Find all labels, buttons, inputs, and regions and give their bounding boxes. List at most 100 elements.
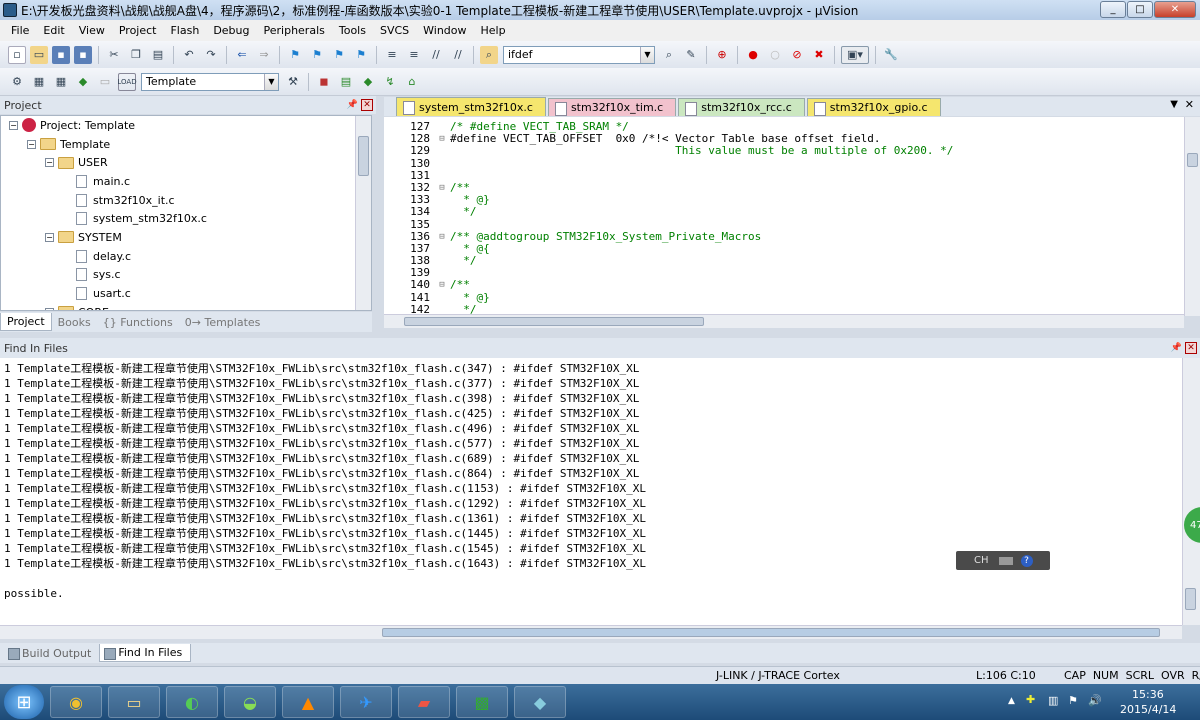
open-folder-icon[interactable]: ▭	[30, 45, 48, 64]
disable-breakpoint-icon[interactable]: ○	[766, 46, 784, 64]
maximize-button[interactable]: □	[1127, 1, 1153, 18]
nav-back-icon[interactable]: ⇐	[233, 46, 251, 64]
tree-item[interactable]: system_stm32f10x.c	[1, 209, 371, 228]
tree-item[interactable]: − SYSTEM	[1, 228, 371, 247]
fold-marker-icon[interactable]: ⊟	[434, 231, 450, 243]
tray-volume-icon[interactable]: 🔊	[1088, 694, 1102, 707]
find-result-line[interactable]: 1 Template工程模板-新建工程章节使用\STM32F10x_FWLib\…	[0, 466, 1182, 481]
save-icon[interactable]: ▪	[52, 45, 70, 64]
tree-item[interactable]: − USER	[1, 153, 371, 172]
menu-file[interactable]: File	[4, 24, 36, 37]
fold-marker-icon[interactable]	[434, 206, 450, 218]
manage-components-icon[interactable]: ◼	[315, 73, 333, 91]
find-result-line[interactable]: 1 Template工程模板-新建工程章节使用\STM32F10x_FWLib\…	[0, 406, 1182, 421]
clear-breakpoints-icon[interactable]: ✖	[810, 46, 828, 64]
menu-window[interactable]: Window	[416, 24, 473, 37]
pin-icon[interactable]: 📌	[347, 100, 358, 110]
find-result-line[interactable]: 1 Template工程模板-新建工程章节使用\STM32F10x_FWLib\…	[0, 511, 1182, 526]
tree-item[interactable]: + CORE	[1, 303, 371, 310]
fold-marker-icon[interactable]	[434, 121, 450, 133]
unindent-icon[interactable]: ≡	[405, 46, 423, 64]
fold-marker-icon[interactable]: ⊟	[434, 182, 450, 194]
find-result-line[interactable]: 1 Template工程模板-新建工程章节使用\STM32F10x_FWLib\…	[0, 376, 1182, 391]
find-result-line[interactable]: 1 Template工程模板-新建工程章节使用\STM32F10x_FWLib\…	[0, 391, 1182, 406]
tray-expand-icon[interactable]: ▲	[1008, 696, 1015, 706]
breakpoint-icon[interactable]: ●	[744, 46, 762, 64]
ime-toolbar[interactable]: CH ?	[956, 551, 1050, 570]
build-icon[interactable]: ▦	[30, 73, 48, 91]
close-icon[interactable]: ✕	[1185, 98, 1194, 111]
fold-marker-icon[interactable]	[434, 255, 450, 267]
bookmark-icon[interactable]: ⚑	[286, 46, 304, 64]
tab-build-output[interactable]: Build Output	[4, 644, 99, 662]
find-result-line[interactable]	[0, 571, 1182, 586]
indent-icon[interactable]: ≡	[383, 46, 401, 64]
collapse-icon[interactable]: −	[45, 158, 54, 168]
minimize-button[interactable]: _	[1100, 1, 1126, 18]
close-icon[interactable]: ✕	[361, 99, 373, 111]
editor-tab[interactable]: stm32f10x_gpio.c	[806, 98, 941, 116]
menu-peripherals[interactable]: Peripherals	[257, 24, 332, 37]
target-combo[interactable]: Template ▼	[141, 72, 279, 91]
tab-functions[interactable]: {} Functions	[97, 313, 179, 331]
chevron-down-icon[interactable]: ▼	[640, 46, 654, 63]
pin-icon[interactable]: 📌	[1171, 343, 1182, 353]
tree-scrollbar[interactable]	[355, 116, 371, 310]
collapse-icon[interactable]: −	[45, 232, 54, 242]
new-file-icon[interactable]: ▫	[8, 45, 26, 64]
find-in-files-icon[interactable]: ⌕	[480, 45, 498, 64]
configure-icon[interactable]: 🔧	[882, 46, 900, 64]
save-all-icon[interactable]: ▪	[74, 45, 92, 64]
fold-marker-icon[interactable]	[434, 145, 450, 157]
find-result-line[interactable]: 1 Template工程模板-新建工程章节使用\STM32F10x_FWLib\…	[0, 421, 1182, 436]
fold-marker-icon[interactable]	[434, 267, 450, 279]
clock-date[interactable]: 2015/4/14	[1120, 703, 1176, 716]
undo-icon[interactable]: ↶	[180, 46, 198, 64]
fold-marker-icon[interactable]	[434, 158, 450, 170]
fold-marker-icon[interactable]: ⊟	[434, 133, 450, 145]
close-button[interactable]: ✕	[1154, 1, 1196, 18]
fold-marker-icon[interactable]	[434, 170, 450, 182]
help-icon[interactable]: ?	[1020, 554, 1033, 567]
editor-tab[interactable]: system_stm32f10x.c	[396, 97, 546, 116]
fold-marker-icon[interactable]	[434, 292, 450, 304]
kill-breakpoints-icon[interactable]: ⊘	[788, 46, 806, 64]
comment-icon[interactable]: //	[427, 46, 445, 64]
menu-help[interactable]: Help	[474, 24, 513, 37]
tab-find-in-files[interactable]: Find In Files	[99, 644, 192, 662]
tray-flag-icon[interactable]: ⚑	[1068, 694, 1078, 707]
incremental-find-icon[interactable]: ✎	[682, 46, 700, 64]
window-layout-icon[interactable]: ▣▾	[841, 45, 869, 64]
taskbar-keil-icon[interactable]: ▩	[456, 686, 508, 718]
find-result-line[interactable]: 1 Template工程模板-新建工程章节使用\STM32F10x_FWLib\…	[0, 481, 1182, 496]
editor-hscrollbar[interactable]	[384, 314, 1184, 328]
taskbar-foxit-icon[interactable]: ▲	[282, 686, 334, 718]
tree-item[interactable]: main.c	[1, 172, 371, 191]
environment-icon[interactable]: ▤	[337, 73, 355, 91]
menu-project[interactable]: Project	[112, 24, 164, 37]
code-editor[interactable]: 127/* #define VECT_TAB_SRAM */128 ⊟ #defin…	[384, 117, 1200, 316]
nav-forward-icon[interactable]: ⇒	[255, 46, 273, 64]
fold-marker-icon[interactable]	[434, 219, 450, 231]
editor-scrollbar[interactable]	[1184, 117, 1200, 316]
taskbar-browser-icon[interactable]: ◐	[166, 686, 218, 718]
pack-icon[interactable]: ⌂	[403, 73, 421, 91]
fold-marker-icon[interactable]	[434, 194, 450, 206]
menu-view[interactable]: View	[72, 24, 112, 37]
fold-marker-icon[interactable]	[434, 243, 450, 255]
close-icon[interactable]: ✕	[1185, 342, 1197, 354]
find-icon[interactable]: ⌕	[660, 46, 678, 64]
load-icon[interactable]: LOAD	[117, 72, 137, 91]
tree-item[interactable]: delay.c	[1, 247, 371, 266]
tray-network-icon[interactable]: ▥	[1048, 694, 1058, 707]
collapse-icon[interactable]: −	[9, 120, 18, 130]
batch-build-icon[interactable]: ◆	[74, 73, 92, 91]
editor-tab[interactable]: stm32f10x_tim.c	[547, 98, 677, 116]
tree-item[interactable]: sys.c	[1, 266, 371, 285]
clear-bookmarks-icon[interactable]: ⚑	[352, 46, 370, 64]
find-result-line[interactable]: 1 Template工程模板-新建工程章节使用\STM32F10x_FWLib\…	[0, 526, 1182, 541]
pack-installer-icon[interactable]: ↯	[381, 73, 399, 91]
uncomment-icon[interactable]: //	[449, 46, 467, 64]
expand-icon[interactable]: +	[45, 307, 54, 310]
find-hscrollbar[interactable]	[0, 625, 1182, 639]
